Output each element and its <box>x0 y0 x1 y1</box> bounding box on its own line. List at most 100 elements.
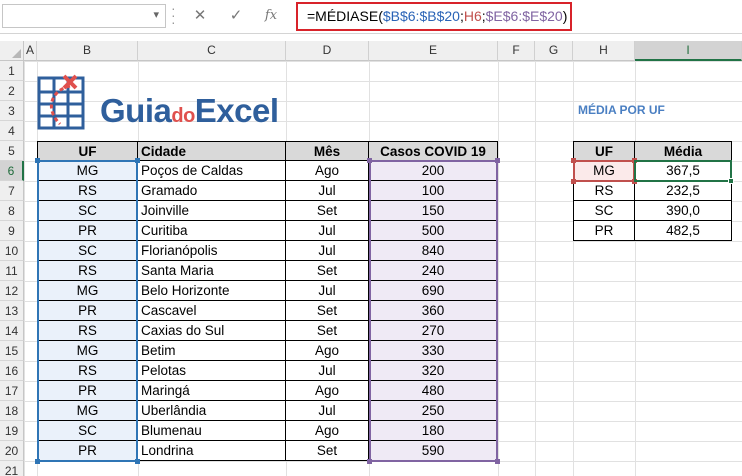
cell-casos[interactable]: 250 <box>369 401 498 421</box>
cell-cidade[interactable]: Blumenau <box>138 421 286 441</box>
formula-input[interactable]: =MÉDIASE($B$6:$B$20;H6;$E$6:$E$20) <box>296 2 572 31</box>
cell-cidade[interactable]: Maringá <box>138 381 286 401</box>
cell-uf[interactable]: PR <box>37 381 138 401</box>
row-header-18[interactable]: 18 <box>0 401 24 421</box>
cell-mes[interactable]: Ago <box>286 421 369 441</box>
cell-cidade[interactable]: Poços de Caldas <box>138 161 286 181</box>
chevron-down-icon[interactable]: ▾ <box>153 8 159 21</box>
cell-cidade[interactable]: Uberlândia <box>138 401 286 421</box>
row-header-20[interactable]: 20 <box>0 441 24 461</box>
cell-mes[interactable]: Ago <box>286 161 369 181</box>
cell-uf[interactable]: SC <box>37 421 138 441</box>
header-uf[interactable]: UF <box>37 141 138 161</box>
cell-uf[interactable]: MG <box>37 281 138 301</box>
cell-mes[interactable]: Jul <box>286 401 369 421</box>
name-box[interactable]: ▾ <box>2 4 166 28</box>
cell-cidade[interactable]: Caxias do Sul <box>138 321 286 341</box>
cell-mes[interactable]: Ago <box>286 381 369 401</box>
row-header-5[interactable]: 5 <box>0 141 24 161</box>
cell-casos[interactable]: 360 <box>369 301 498 321</box>
row-header-2[interactable]: 2 <box>0 81 24 101</box>
cell-mes[interactable]: Ago <box>286 341 369 361</box>
row-header-14[interactable]: 14 <box>0 321 24 341</box>
column-header-i[interactable]: I <box>635 41 742 61</box>
column-header-h[interactable]: H <box>573 41 635 61</box>
column-header-b[interactable]: B <box>37 41 138 61</box>
cell-casos[interactable]: 330 <box>369 341 498 361</box>
cell-casos[interactable]: 480 <box>369 381 498 401</box>
cell-cidade[interactable]: Cascavel <box>138 301 286 321</box>
cell-uf[interactable]: PR <box>37 221 138 241</box>
cell-casos[interactable]: 320 <box>369 361 498 381</box>
summary-cell-media[interactable]: 232,5 <box>635 181 732 201</box>
cell-cidade[interactable]: Pelotas <box>138 361 286 381</box>
cell-casos[interactable]: 690 <box>369 281 498 301</box>
cell-mes[interactable]: Jul <box>286 281 369 301</box>
cell-casos[interactable]: 240 <box>369 261 498 281</box>
row-header-10[interactable]: 10 <box>0 241 24 261</box>
cell-mes[interactable]: Set <box>286 261 369 281</box>
row-header-13[interactable]: 13 <box>0 301 24 321</box>
cell-casos[interactable]: 150 <box>369 201 498 221</box>
summary-cell-uf[interactable]: MG <box>573 161 635 181</box>
column-header-c[interactable]: C <box>138 41 286 61</box>
cell-uf[interactable]: SC <box>37 201 138 221</box>
cell-cidade[interactable]: Joinville <box>138 201 286 221</box>
summary-cell-uf[interactable]: RS <box>573 181 635 201</box>
row-header-6[interactable]: 6 <box>0 161 24 181</box>
cell-uf[interactable]: PR <box>37 301 138 321</box>
cell-mes[interactable]: Set <box>286 321 369 341</box>
cell-cidade[interactable]: Gramado <box>138 181 286 201</box>
cell-casos[interactable]: 500 <box>369 221 498 241</box>
summary-header-uf[interactable]: UF <box>573 141 635 161</box>
cell-uf[interactable]: SC <box>37 241 138 261</box>
row-header-17[interactable]: 17 <box>0 381 24 401</box>
row-header-9[interactable]: 9 <box>0 221 24 241</box>
cell-casos[interactable]: 270 <box>369 321 498 341</box>
cell-mes[interactable]: Set <box>286 201 369 221</box>
row-header-7[interactable]: 7 <box>0 181 24 201</box>
enter-icon[interactable]: ✓ <box>224 6 248 26</box>
row-header-8[interactable]: 8 <box>0 201 24 221</box>
cell-uf[interactable]: RS <box>37 321 138 341</box>
cell-mes[interactable]: Jul <box>286 181 369 201</box>
row-header-11[interactable]: 11 <box>0 261 24 281</box>
cell-uf[interactable]: PR <box>37 441 138 461</box>
cell-mes[interactable]: Set <box>286 301 369 321</box>
header-casos[interactable]: Casos COVID 19 <box>369 141 498 161</box>
cell-uf[interactable]: RS <box>37 181 138 201</box>
summary-cell-media[interactable]: 390,0 <box>635 201 732 221</box>
cell-cidade[interactable]: Santa Maria <box>138 261 286 281</box>
row-header-21[interactable]: 21 <box>0 461 24 476</box>
cell-casos[interactable]: 180 <box>369 421 498 441</box>
cell-casos[interactable]: 200 <box>369 161 498 181</box>
cell-cidade[interactable]: Florianópolis <box>138 241 286 261</box>
column-header-e[interactable]: E <box>369 41 498 61</box>
summary-cell-uf[interactable]: PR <box>573 221 635 241</box>
column-header-a[interactable]: A <box>24 41 37 61</box>
cell-cidade[interactable]: Betim <box>138 341 286 361</box>
summary-header-media[interactable]: Média <box>635 141 732 161</box>
column-header-d[interactable]: D <box>286 41 369 61</box>
cell-mes[interactable]: Jul <box>286 221 369 241</box>
row-header-3[interactable]: 3 <box>0 101 24 121</box>
column-header-f[interactable]: F <box>498 41 535 61</box>
cell-uf[interactable]: MG <box>37 161 138 181</box>
cancel-icon[interactable]: ✕ <box>188 6 212 26</box>
cell-uf[interactable]: MG <box>37 341 138 361</box>
cell-cidade[interactable]: Londrina <box>138 441 286 461</box>
summary-cell-media[interactable]: 367,5 <box>635 161 732 181</box>
cell-uf[interactable]: RS <box>37 361 138 381</box>
cell-uf[interactable]: MG <box>37 401 138 421</box>
cell-mes[interactable]: Jul <box>286 361 369 381</box>
cell-mes[interactable]: Jul <box>286 241 369 261</box>
cell-casos[interactable]: 840 <box>369 241 498 261</box>
row-header-16[interactable]: 16 <box>0 361 24 381</box>
header-cidade[interactable]: Cidade <box>138 141 286 161</box>
summary-cell-media[interactable]: 482,5 <box>635 221 732 241</box>
cell-casos[interactable]: 590 <box>369 441 498 461</box>
cell-casos[interactable]: 100 <box>369 181 498 201</box>
header-mes[interactable]: Mês <box>286 141 369 161</box>
cell-cidade[interactable]: Belo Horizonte <box>138 281 286 301</box>
cell-cidade[interactable]: Curitiba <box>138 221 286 241</box>
